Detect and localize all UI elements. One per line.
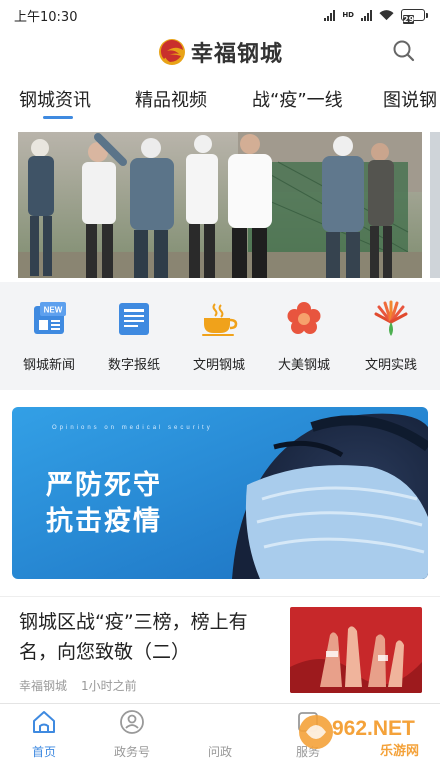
- svg-text:NEW: NEW: [44, 306, 63, 315]
- svg-text:乐游网: 乐游网: [380, 743, 419, 759]
- flower-icon: [287, 302, 321, 334]
- nav-inquiry[interactable]: 问政: [190, 709, 250, 760]
- tab-gangcheng-news[interactable]: 钢城资讯: [19, 86, 91, 112]
- network-type: HD: [342, 10, 354, 19]
- newspaper-new-icon: NEW: [34, 302, 66, 334]
- promo-headline-1: 严防死守: [46, 470, 162, 501]
- news-thumbnail-image: [290, 607, 422, 693]
- coffee-cup-icon: [202, 303, 238, 336]
- svg-text:962.NET: 962.NET: [332, 717, 415, 740]
- promo-headline-2: 抗击疫情: [46, 506, 162, 537]
- nav-label: 首页: [31, 745, 56, 759]
- banner-next-preview[interactable]: [430, 132, 440, 278]
- quick-item-gangcheng-news[interactable]: NEW 钢城新闻: [14, 300, 84, 373]
- quick-menu: NEW 钢城新闻 数字报纸 文明钢城 大美钢城 文明实践: [0, 282, 440, 390]
- nav-government-accounts[interactable]: 政务号: [102, 709, 162, 760]
- inquiry-icon: [207, 709, 233, 735]
- status-bar: 上午10:30 HD 29: [0, 0, 440, 30]
- category-tabs: 钢城资讯 精品视频 战“疫”一线 图说钢: [0, 80, 440, 120]
- brand-name: 幸福钢城: [190, 41, 283, 67]
- quick-item-label: 大美钢城: [277, 358, 330, 373]
- battery-icon: 29: [401, 9, 428, 24]
- status-time: 上午10:30: [14, 9, 78, 25]
- brand-logo-icon: [158, 39, 185, 65]
- news-list-item[interactable]: 钢城区战“疫”三榜，榜上有名，向您致敬（二） 幸福钢城 1小时之前: [0, 596, 440, 700]
- government-account-icon: [120, 710, 144, 734]
- news-thumbnail[interactable]: [290, 607, 422, 693]
- nav-label: 问政: [207, 745, 232, 759]
- tab-videos[interactable]: 精品视频: [135, 86, 207, 112]
- nav-label: 政务号: [113, 745, 150, 759]
- active-tab-indicator: [43, 116, 73, 119]
- news-title[interactable]: 钢城区战“疫”三榜，榜上有名，向您致敬（二）: [19, 607, 281, 667]
- quick-item-label: 钢城新闻: [22, 358, 75, 373]
- quick-item-label: 文明钢城: [192, 358, 245, 373]
- search-icon[interactable]: [392, 39, 416, 63]
- tab-epidemic-frontline[interactable]: 战“疫”一线: [252, 86, 343, 112]
- signal-icon: [324, 9, 336, 21]
- quick-item-civilized-city[interactable]: 文明钢城: [184, 300, 254, 373]
- battery-level: 29: [403, 15, 415, 24]
- digital-paper-icon: [119, 303, 149, 335]
- news-time: 1小时之前: [81, 679, 137, 693]
- wifi-icon: [379, 10, 394, 21]
- quick-item-label: 数字报纸: [107, 358, 160, 373]
- status-icons: HD 29: [324, 9, 428, 24]
- news-source: 幸福钢城: [19, 679, 68, 693]
- tab-picture-stories[interactable]: 图说钢: [383, 86, 437, 112]
- promo-banner[interactable]: Opinions on medical security 严防死守 抗击疫情: [12, 407, 428, 579]
- brand: 幸福钢城: [157, 36, 283, 68]
- site-watermark-logo: 962.NET 乐游网: [299, 715, 419, 759]
- svg-text:Opinions on medical security: Opinions on medical security: [52, 425, 213, 431]
- app-header: 幸福钢城: [0, 30, 440, 74]
- nav-home[interactable]: 首页: [14, 709, 74, 760]
- quick-item-label: 文明实践: [364, 358, 417, 373]
- quick-item-civilization-practice[interactable]: 文明实践: [356, 300, 426, 373]
- quick-item-digital-paper[interactable]: 数字报纸: [99, 300, 169, 373]
- home-icon: [33, 711, 55, 733]
- banner-carousel[interactable]: [18, 132, 422, 278]
- signal-2-icon: [361, 9, 372, 21]
- news-meta: 幸福钢城 1小时之前: [19, 677, 137, 694]
- banner-photo: [18, 132, 422, 278]
- quick-item-beautiful-city[interactable]: 大美钢城: [269, 300, 339, 373]
- fan-emblem-icon: [374, 300, 408, 336]
